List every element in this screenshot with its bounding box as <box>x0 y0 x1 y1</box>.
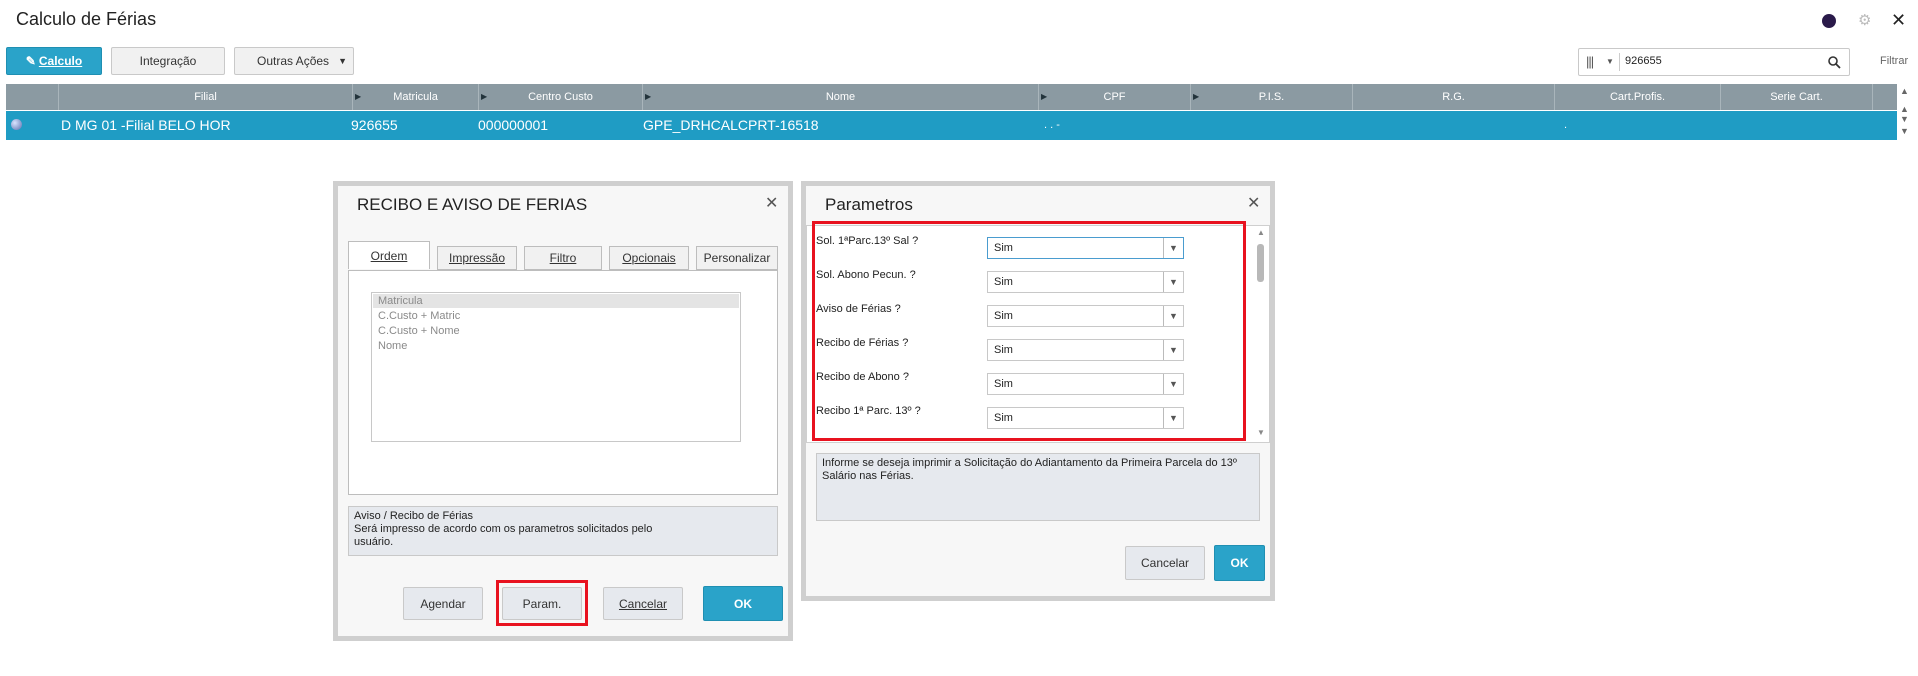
tab-opcionais[interactable]: Opcionais <box>609 246 689 270</box>
outras-acoes-label: Outras Ações <box>257 54 330 68</box>
column-pis-label: P.I.S. <box>1258 91 1285 103</box>
grid-header-status <box>6 84 58 110</box>
recibo-info-box: Aviso / Recibo de Férias Será impresso d… <box>348 506 778 556</box>
cell-matricula: 926655 <box>351 117 398 133</box>
sort-arrow-icon: ▶ <box>645 92 652 101</box>
scroll-bottom-icon[interactable]: ▼ <box>1900 126 1909 136</box>
column-rg[interactable]: R.G. <box>1352 84 1554 110</box>
scroll-up-icon[interactable]: ▲ <box>1900 104 1909 114</box>
param-help-box: Informe se deseja imprimir a Solicitação… <box>816 453 1260 521</box>
app-logo-icon[interactable] <box>1822 14 1836 28</box>
column-centro-custo-label: Centro Custo <box>528 91 593 103</box>
params-highlight <box>812 221 1246 441</box>
tab-impressao-label: Impressão <box>448 251 506 265</box>
tab-ordem-label: Ordem <box>370 248 408 263</box>
column-cart-profis[interactable]: Cart.Profis. <box>1554 84 1720 110</box>
filtrar-link[interactable]: Filtrar <box>1880 55 1908 67</box>
grid-scrollbar[interactable]: ▲ ▲ ▼ ▼ <box>1898 84 1912 140</box>
column-matricula[interactable]: ▶ Matricula <box>352 84 478 110</box>
sort-arrow-icon: ▶ <box>481 92 488 101</box>
list-item[interactable]: Nome <box>378 340 407 352</box>
agendar-label: Agendar <box>420 596 466 611</box>
tab-personalizar-label: Personalizar <box>703 251 771 265</box>
cancelar-button[interactable]: Cancelar <box>603 587 683 620</box>
integracao-button[interactable]: Integração <box>111 47 225 75</box>
status-indicator-icon <box>11 119 22 130</box>
table-row[interactable]: D MG 01 -Filial BELO HOR 926655 00000000… <box>6 111 1897 140</box>
list-item[interactable]: Matricula <box>378 295 423 307</box>
help-line: Salário nas Férias. <box>822 470 914 482</box>
list-item[interactable]: C.Custo + Matric <box>378 310 460 322</box>
ok-label: OK <box>734 596 752 611</box>
selection-highlight <box>373 294 739 308</box>
params-scrollbar[interactable]: ▲ ▼ <box>1255 228 1267 440</box>
columns-icon[interactable]: ||| <box>1586 54 1594 69</box>
chevron-down-icon[interactable]: ▼ <box>1606 57 1614 66</box>
integracao-label: Integração <box>139 54 197 68</box>
info-line: Será impresso de acordo com os parametro… <box>354 523 653 535</box>
cell-centro-custo: 000000001 <box>478 117 549 133</box>
search-field[interactable]: ||| ▼ 926655 <box>1578 48 1850 76</box>
outras-acoes-button[interactable]: Outras Ações ▼ <box>234 47 354 75</box>
search-input[interactable]: 926655 <box>1625 55 1662 67</box>
close-icon[interactable]: ✕ <box>1891 10 1906 31</box>
scroll-top-icon[interactable]: ▲ <box>1900 86 1909 96</box>
scroll-down-icon[interactable]: ▼ <box>1900 114 1909 124</box>
cell-filial: D MG 01 -Filial BELO HOR <box>61 117 231 133</box>
gear-icon[interactable]: ⚙ <box>1858 11 1871 29</box>
grid-header-filler <box>1872 84 1897 110</box>
help-line: Informe se deseja imprimir a Solicitação… <box>822 457 1237 469</box>
close-icon[interactable]: ✕ <box>1247 193 1260 213</box>
tab-panel-ordem: Matricula C.Custo + Matric C.Custo + Nom… <box>348 270 778 495</box>
param-highlight <box>496 580 588 626</box>
parametros-dialog-title: Parametros <box>825 195 913 214</box>
column-cpf[interactable]: ▶ CPF <box>1038 84 1190 110</box>
tab-filtro-label: Filtro <box>549 251 577 265</box>
tab-filtro[interactable]: Filtro <box>524 246 602 270</box>
param-cancelar-label: Cancelar <box>1140 556 1190 570</box>
tab-ordem[interactable]: Ordem <box>348 241 430 269</box>
close-icon[interactable]: ✕ <box>765 193 778 213</box>
param-ok-label: OK <box>1230 556 1249 570</box>
info-title: Aviso / Recibo de Férias <box>354 510 474 522</box>
column-serie-cart[interactable]: Serie Cart. <box>1720 84 1872 110</box>
cell-cart-profis: . <box>1564 119 1568 131</box>
search-icon[interactable] <box>1828 56 1841 69</box>
column-nome-label: Nome <box>825 91 856 103</box>
cell-cpf: . . - <box>1044 119 1060 131</box>
cell-nome: GPE_DRHCALCPRT-16518 <box>643 117 819 133</box>
agendar-button[interactable]: Agendar <box>403 587 483 620</box>
list-item[interactable]: C.Custo + Nome <box>378 325 460 337</box>
scroll-down-icon[interactable]: ▼ <box>1257 428 1265 437</box>
param-ok-button[interactable]: OK <box>1214 545 1265 581</box>
column-filial[interactable]: Filial <box>58 84 352 110</box>
sort-arrow-icon: ▶ <box>355 92 362 101</box>
ok-button[interactable]: OK <box>703 586 783 621</box>
column-nome[interactable]: ▶ Nome <box>642 84 1038 110</box>
column-pis[interactable]: ▶ P.I.S. <box>1190 84 1352 110</box>
tab-opcionais-label: Opcionais <box>622 251 676 265</box>
column-cpf-label: CPF <box>1103 91 1126 103</box>
column-matricula-label: Matricula <box>393 91 438 103</box>
divider <box>1619 53 1620 71</box>
page-title: Calculo de Férias <box>16 9 157 29</box>
order-list[interactable]: Matricula C.Custo + Matric C.Custo + Nom… <box>371 292 741 442</box>
calculo-button[interactable]: ✎ Calculo <box>6 47 102 75</box>
tab-personalizar[interactable]: Personalizar <box>696 246 778 270</box>
tab-impressao[interactable]: Impressão <box>437 246 517 270</box>
scroll-up-icon[interactable]: ▲ <box>1257 228 1265 237</box>
caret-down-icon: ▼ <box>338 56 347 66</box>
pencil-icon: ✎ <box>25 54 36 68</box>
param-cancelar-button[interactable]: Cancelar <box>1125 546 1205 580</box>
scroll-thumb[interactable] <box>1257 244 1264 282</box>
column-centro-custo[interactable]: ▶ Centro Custo <box>478 84 642 110</box>
info-line: usuário. <box>354 536 394 548</box>
grid-header: Filial ▶ Matricula ▶ Centro Custo ▶ Nome ▶ C… <box>6 84 1897 110</box>
calculo-label: Calculo <box>38 54 83 68</box>
cancelar-label: Cancelar <box>618 596 668 611</box>
sort-arrow-icon: ▶ <box>1193 92 1200 101</box>
recibo-dialog-title: RECIBO E AVISO DE FERIAS <box>357 195 588 214</box>
sort-arrow-icon: ▶ <box>1041 92 1048 101</box>
